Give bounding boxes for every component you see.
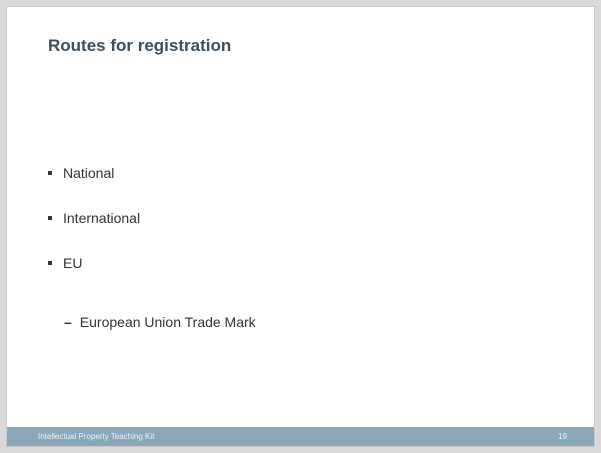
- sub-bullet-item: – European Union Trade Mark: [64, 311, 256, 332]
- slide-title: Routes for registration: [48, 36, 232, 55]
- bullet-item: EU: [48, 252, 140, 273]
- square-bullet-icon: [48, 215, 52, 220]
- bullet-list: National International EU: [48, 162, 140, 297]
- square-bullet-icon: [48, 260, 52, 265]
- bullet-label: EU: [63, 254, 83, 271]
- footer-bar: Intellectual Property Teaching Kit 19: [7, 427, 594, 446]
- bullet-item: International: [48, 207, 140, 228]
- bullet-item: National: [48, 162, 140, 183]
- slide-canvas: Routes for registration National Interna…: [7, 7, 594, 446]
- bullet-label: International: [63, 209, 141, 226]
- dash-icon: –: [64, 313, 72, 330]
- square-bullet-icon: [48, 170, 52, 175]
- sub-bullet-label: European Union Trade Mark: [79, 313, 256, 330]
- bullet-label: National: [63, 164, 115, 181]
- footer-label: Intellectual Property Teaching Kit: [38, 432, 155, 441]
- page-number: 19: [558, 432, 567, 441]
